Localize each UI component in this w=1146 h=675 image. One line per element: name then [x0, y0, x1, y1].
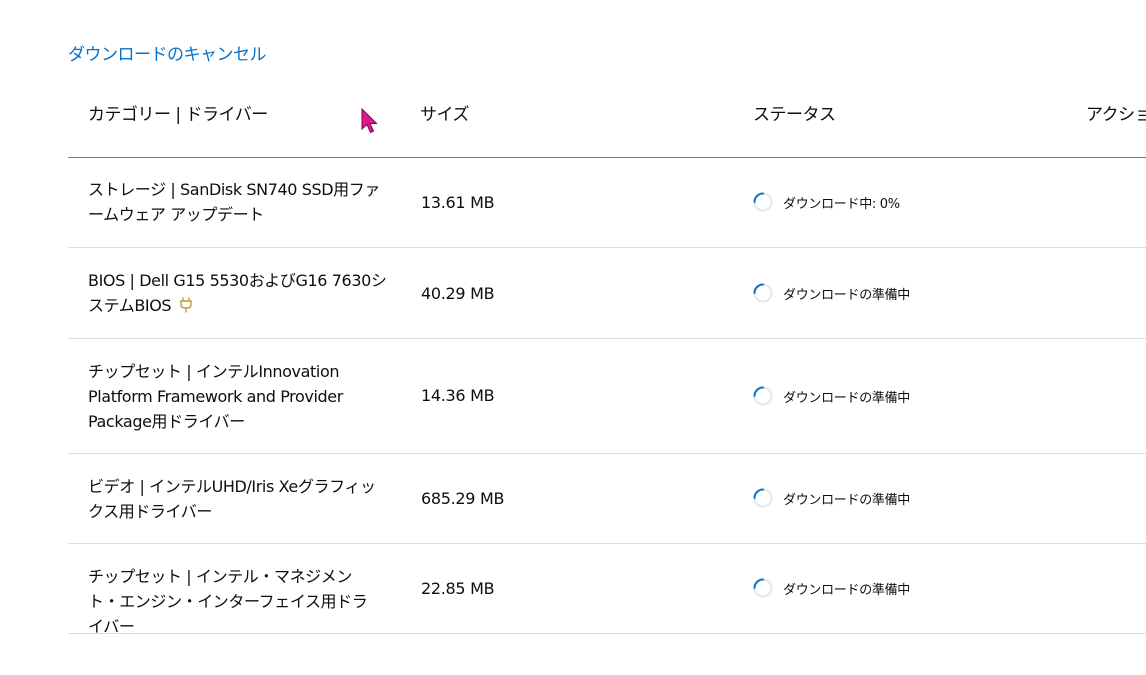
- driver-size: 40.29 MB: [421, 284, 495, 303]
- driver-category-text: BIOS | Dell G15 5530およびG16 7630システムBIOS: [88, 271, 387, 315]
- header-action: アクション: [1086, 105, 1146, 125]
- driver-status: ダウンロードの準備中: [753, 578, 910, 598]
- loading-spinner-icon: [753, 283, 773, 303]
- driver-status: ダウンロードの準備中: [753, 488, 910, 508]
- status-text: ダウンロードの準備中: [783, 287, 911, 303]
- table-row: チップセット | インテルInnovation Platform Framewo…: [68, 339, 1146, 454]
- header-size: サイズ: [420, 105, 470, 125]
- loading-spinner-icon: [753, 578, 773, 598]
- driver-category: ストレージ | SanDisk SN740 SSD用ファームウェア アップデート: [88, 180, 380, 224]
- plug-icon: [180, 297, 192, 313]
- loading-spinner-icon: [753, 192, 773, 212]
- table-header: カテゴリー | ドライバー サイズ ステータス アクション: [68, 88, 1146, 158]
- driver-download-page: ダウンロードのキャンセル カテゴリー | ドライバー サイズ ステータス アクシ…: [0, 0, 1146, 675]
- header-category: カテゴリー | ドライバー: [88, 105, 268, 125]
- driver-status: ダウンロード中: 0%: [753, 192, 900, 212]
- driver-category: ビデオ | インテルUHD/Iris Xeグラフィックス用ドライバー: [88, 477, 376, 521]
- driver-table: カテゴリー | ドライバー サイズ ステータス アクション ストレージ | Sa…: [68, 88, 1146, 636]
- driver-size: 14.36 MB: [421, 386, 495, 405]
- header-status: ステータス: [753, 105, 836, 125]
- table-row: ストレージ | SanDisk SN740 SSD用ファームウェア アップデート…: [68, 158, 1146, 248]
- cancel-download-link[interactable]: ダウンロードのキャンセル: [68, 40, 267, 65]
- driver-status: ダウンロードの準備中: [753, 283, 910, 303]
- driver-status: ダウンロードの準備中: [753, 386, 910, 406]
- driver-category: BIOS | Dell G15 5530およびG16 7630システムBIOS: [88, 268, 388, 318]
- driver-category: チップセット | インテル・マネジメント・エンジン・インターフェイス用ドライバー: [88, 567, 368, 636]
- table-row: チップセット | インテル・マネジメント・エンジン・インターフェイス用ドライバー…: [68, 544, 1146, 636]
- driver-size: 685.29 MB: [421, 489, 505, 508]
- driver-size: 13.61 MB: [421, 193, 495, 212]
- mouse-cursor-icon: [361, 108, 378, 134]
- table-row: ビデオ | インテルUHD/Iris Xeグラフィックス用ドライバー 685.2…: [68, 454, 1146, 544]
- loading-spinner-icon: [753, 488, 773, 508]
- status-text: ダウンロードの準備中: [783, 390, 911, 406]
- status-text: ダウンロードの準備中: [783, 492, 911, 508]
- table-row: BIOS | Dell G15 5530およびG16 7630システムBIOS …: [68, 248, 1146, 339]
- loading-spinner-icon: [753, 386, 773, 406]
- driver-category: チップセット | インテルInnovation Platform Framewo…: [88, 362, 343, 431]
- driver-size: 22.85 MB: [421, 579, 495, 598]
- status-text: ダウンロード中: 0%: [783, 196, 900, 212]
- status-text: ダウンロードの準備中: [783, 582, 911, 598]
